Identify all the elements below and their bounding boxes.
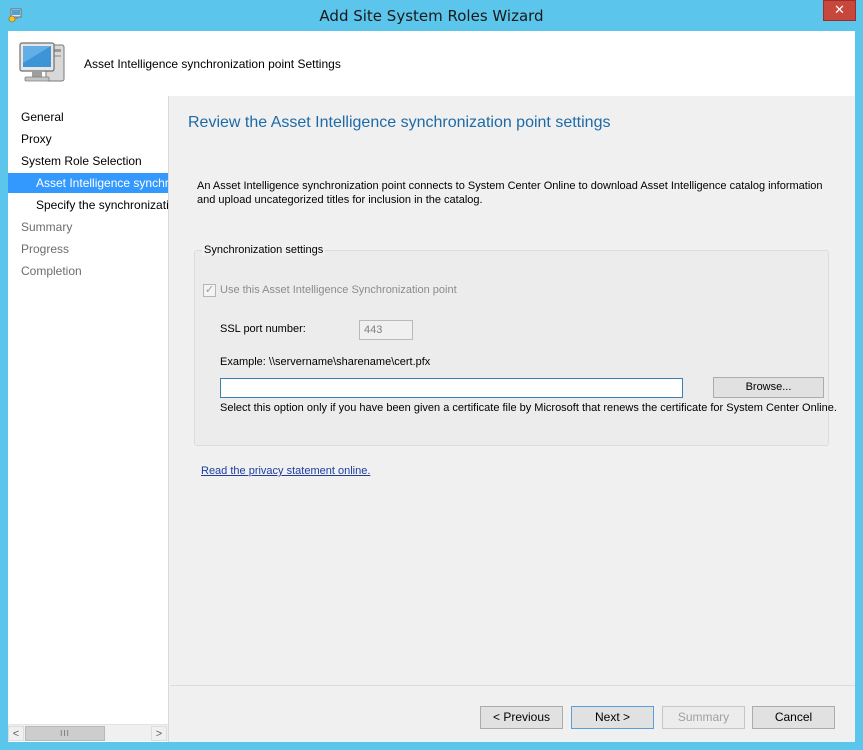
nav-item-proxy[interactable]: Proxy [21,129,52,149]
previous-button[interactable]: < Previous [480,706,563,729]
browse-button[interactable]: Browse... [713,377,824,398]
wizard-main-pane: Review the Asset Intelligence synchroniz… [170,96,855,686]
nav-item-progress: Progress [21,242,70,256]
group-title: Synchronization settings [202,244,326,256]
scroll-thumb[interactable]: III [25,726,105,741]
use-sync-point-label: Use this Asset Intelligence Synchronizat… [220,284,457,296]
header-banner: Asset Intelligence synchronization point… [8,31,855,96]
next-button[interactable]: Next > [571,706,654,729]
nav-item-summary: Summary [21,220,73,234]
wizard-client-area: Asset Intelligence synchronization point… [8,31,855,742]
summary-button: Summary [662,706,745,729]
banner-title: Asset Intelligence synchronization point… [84,57,341,71]
scroll-left-arrow[interactable]: < [8,726,24,741]
example-path-label: Example: \\servername\sharename\cert.pfx [220,356,431,368]
privacy-statement-link[interactable]: Read the privacy statement online. [201,465,370,477]
close-button[interactable]: ✕ [823,0,856,21]
scroll-right-arrow[interactable]: > [151,726,167,741]
computer-monitor-icon [19,42,65,82]
wizard-step-nav: General Proxy System Role Selection Asse… [8,96,169,742]
certificate-path-input[interactable] [220,378,683,398]
use-sync-point-checkbox: ✓ [203,284,216,297]
nav-horizontal-scrollbar[interactable]: < III > [8,724,168,741]
page-description: An Asset Intelligence synchronization po… [197,180,823,206]
wizard-footer: < Previous Next > Summary Cancel [170,686,855,742]
ssl-port-label: SSL port number: [220,323,306,335]
nav-item-asset-intelligence[interactable]: Asset Intelligence synchronization point [8,173,168,193]
page-heading: Review the Asset Intelligence synchroniz… [188,114,611,131]
nav-item-synchronization-schedule[interactable]: Specify the synchronization schedule [36,195,168,215]
nav-item-general[interactable]: General [21,107,64,127]
cancel-button[interactable]: Cancel [752,706,835,729]
title-bar: Add Site System Roles Wizard ✕ [0,0,863,31]
ssl-port-field: 443 [359,320,413,340]
nav-item-completion: Completion [21,264,82,278]
synchronization-settings-group [194,250,829,446]
window-title: Add Site System Roles Wizard [319,7,544,25]
nav-item-system-role-selection[interactable]: System Role Selection [21,151,142,171]
certificate-hint: Select this option only if you have been… [220,402,837,414]
